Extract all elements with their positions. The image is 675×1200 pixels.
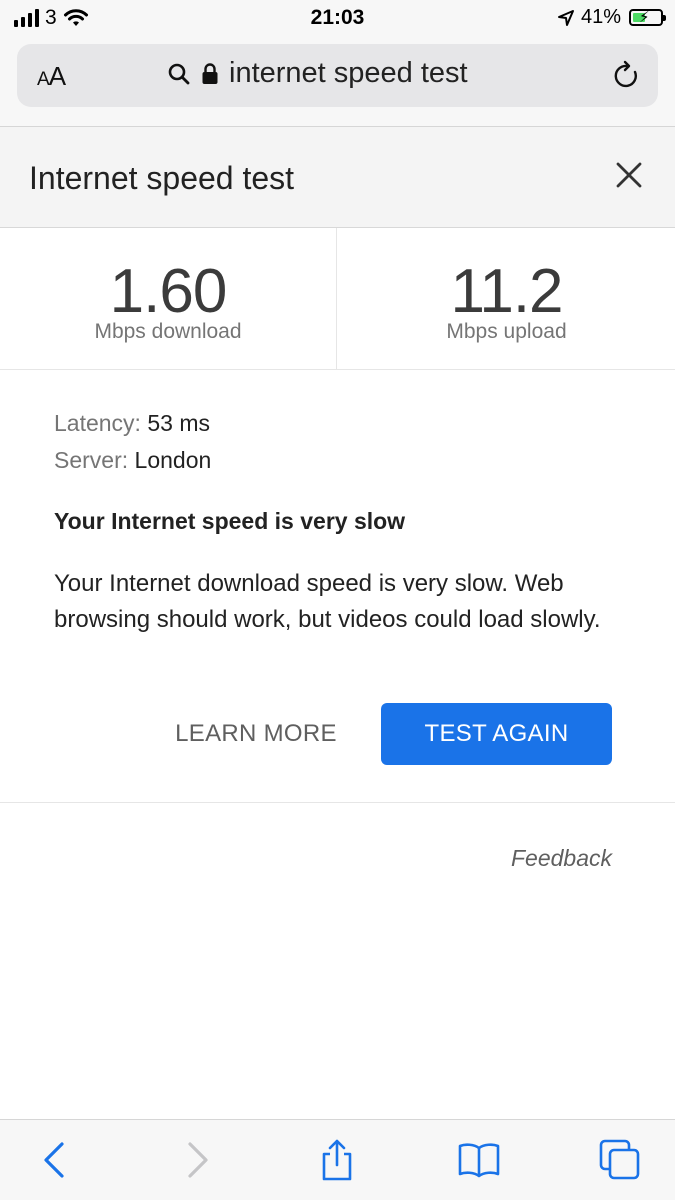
- upload-label: Mbps upload: [446, 320, 567, 343]
- divider: [0, 802, 675, 803]
- upload-result: 11.2 Mbps upload: [338, 228, 675, 369]
- search-icon: [168, 63, 190, 84]
- text-size-button[interactable]: AA: [37, 61, 66, 92]
- battery-percent: 41%: [580, 6, 621, 28]
- latency-value: 53 ms: [147, 410, 210, 436]
- panel-title: Internet speed test: [29, 160, 295, 196]
- battery-charging-icon: ⚡: [629, 9, 666, 26]
- feedback-link[interactable]: Feedback: [511, 845, 612, 872]
- download-label: Mbps download: [94, 320, 242, 343]
- latency-line: Latency: 53 ms: [54, 410, 624, 437]
- back-icon[interactable]: [34, 1138, 78, 1182]
- learn-more-button[interactable]: LEARN MORE: [166, 704, 346, 764]
- status-bar: 3 21:03 41% ⚡: [0, 0, 675, 38]
- test-again-button[interactable]: TEST AGAIN: [381, 703, 612, 765]
- panel-header: Internet speed test: [0, 127, 675, 228]
- server-key: Server:: [54, 447, 129, 473]
- share-icon[interactable]: [315, 1138, 359, 1182]
- browser-top-bar: AA internet speed test: [0, 38, 675, 127]
- browser-toolbar: [0, 1119, 675, 1200]
- reload-icon[interactable]: [612, 60, 642, 92]
- url-text: internet speed test: [229, 57, 468, 89]
- download-value: 1.60: [109, 257, 228, 326]
- address-bar[interactable]: AA internet speed test: [17, 44, 658, 107]
- test-details: Latency: 53 ms Server: London: [54, 410, 624, 484]
- download-result: 1.60 Mbps download: [0, 228, 337, 369]
- latency-key: Latency:: [54, 410, 141, 436]
- server-line: Server: London: [54, 447, 624, 474]
- tabs-icon[interactable]: [598, 1138, 642, 1182]
- speed-results: 1.60 Mbps download 11.2 Mbps upload: [0, 228, 675, 370]
- lock-icon: [202, 62, 218, 84]
- verdict-heading: Your Internet speed is very slow: [54, 508, 406, 534]
- server-value: London: [134, 447, 212, 473]
- url-display[interactable]: internet speed test: [167, 57, 468, 90]
- verdict-body: Your Internet download speed is very slo…: [54, 570, 601, 633]
- status-right: 41% ⚡: [557, 6, 666, 29]
- upload-value: 11.2: [450, 257, 563, 326]
- location-icon: [557, 9, 574, 26]
- close-icon[interactable]: [615, 161, 643, 189]
- forward-icon[interactable]: [174, 1138, 218, 1182]
- bookmarks-icon[interactable]: [457, 1138, 501, 1182]
